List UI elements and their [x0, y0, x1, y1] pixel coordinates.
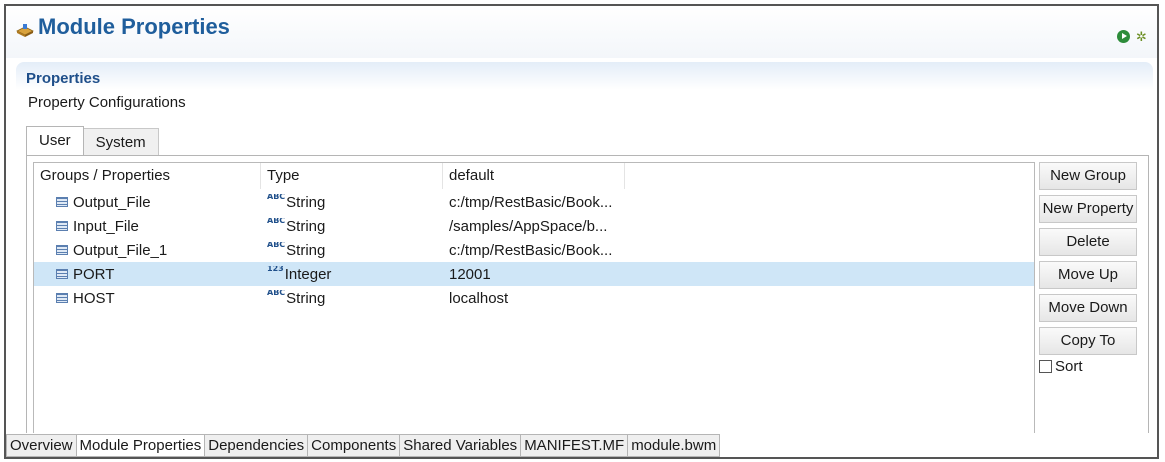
tab-user[interactable]: User: [26, 126, 84, 155]
property-default[interactable]: c:/tmp/RestBasic/Book...: [443, 242, 625, 259]
property-name-cell: Input_File: [34, 218, 261, 235]
column-header-default[interactable]: default: [443, 163, 625, 189]
property-name: PORT: [73, 265, 115, 283]
property-icon: [56, 197, 68, 207]
property-type: String: [286, 241, 326, 259]
page-tab-dependencies[interactable]: Dependencies: [205, 434, 309, 457]
type-icon: ABC: [267, 289, 286, 297]
move-up-button[interactable]: Move Up: [1039, 261, 1137, 289]
page-title: Module Properties: [38, 14, 230, 39]
move-down-button[interactable]: Move Down: [1039, 294, 1137, 322]
property-icon: [56, 245, 68, 255]
editor-page-tabs: Overview Module Properties Dependencies Com…: [6, 434, 721, 457]
header-toolbar: ✲: [1117, 30, 1149, 43]
page-tab-components[interactable]: Components: [308, 434, 401, 457]
properties-section: Properties Property Configurations User …: [16, 62, 1153, 433]
table-row[interactable]: Output_File_1 ABC String c:/tmp/RestBasic/B…: [34, 238, 1034, 262]
property-name-cell: HOST: [34, 290, 261, 307]
table-row[interactable]: PORT 123 Integer 12001: [34, 262, 1034, 286]
property-name-cell: Output_File: [34, 194, 261, 211]
table-header: Groups / Properties Type default: [34, 163, 1034, 190]
property-icon: [56, 293, 68, 303]
run-icon[interactable]: [1117, 30, 1130, 43]
copy-to-button[interactable]: Copy To: [1039, 327, 1137, 355]
property-type: String: [286, 217, 326, 235]
delete-button[interactable]: Delete: [1039, 228, 1137, 256]
editor-frame: Module Properties ✲ Properties Property …: [4, 4, 1159, 459]
type-icon: ABC: [267, 193, 286, 201]
property-default[interactable]: /samples/AppSpace/b...: [443, 218, 625, 235]
type-icon: ABC: [267, 217, 286, 225]
tab-body: Groups / Properties Type default Output_…: [26, 155, 1149, 433]
property-icon: [56, 221, 68, 231]
property-type-cell: ABC String: [261, 218, 443, 235]
properties-table: Groups / Properties Type default Output_…: [33, 162, 1035, 433]
page-tab-manifest-mf[interactable]: MANIFEST.MF: [521, 434, 629, 457]
action-buttons: New Group New Property Delete Move Up Mo…: [1039, 162, 1137, 375]
property-type-cell: ABC String: [261, 194, 443, 211]
property-name: Output_File: [73, 193, 151, 211]
sort-option: Sort: [1039, 358, 1137, 375]
page-tab-shared-variables[interactable]: Shared Variables: [400, 434, 522, 457]
new-group-button[interactable]: New Group: [1039, 162, 1137, 190]
config-tabs: User System: [26, 126, 159, 155]
editor-header: Module Properties ✲: [6, 6, 1157, 58]
property-name-cell: PORT: [34, 266, 261, 283]
column-header-groups[interactable]: Groups / Properties: [34, 163, 261, 189]
module-icon: [16, 24, 34, 37]
property-default[interactable]: 12001: [443, 266, 625, 283]
page-tab-module-bwm[interactable]: module.bwm: [628, 434, 721, 457]
property-default[interactable]: c:/tmp/RestBasic/Book...: [443, 194, 625, 211]
column-header-type[interactable]: Type: [261, 163, 443, 189]
property-type: String: [286, 193, 326, 211]
sort-checkbox[interactable]: [1039, 360, 1052, 373]
title-wrap: Module Properties: [16, 14, 230, 40]
table-row[interactable]: Input_File ABC String/samples/AppSpace/b..…: [34, 214, 1034, 238]
property-type: Integer: [284, 265, 332, 283]
section-title[interactable]: Properties: [26, 70, 100, 87]
type-icon: ABC: [267, 241, 286, 249]
gear-icon[interactable]: ✲: [1136, 30, 1149, 43]
property-name-cell: Output_File_1: [34, 242, 261, 259]
property-name: HOST: [73, 289, 115, 307]
table-row[interactable]: HOST ABC String localhost: [34, 286, 1034, 310]
property-icon: [56, 269, 68, 279]
property-type: String: [286, 289, 326, 307]
section-subtitle: Property Configurations: [28, 94, 186, 111]
property-name: Output_File_1: [73, 241, 168, 259]
sort-label: Sort: [1055, 358, 1083, 375]
type-icon: 123: [267, 265, 284, 273]
property-type-cell: ABC String: [261, 242, 443, 259]
page-tab-module-properties[interactable]: Module Properties: [76, 434, 206, 457]
tab-system[interactable]: System: [83, 128, 159, 155]
page-tab-overview[interactable]: Overview: [6, 434, 77, 457]
property-default[interactable]: localhost: [443, 290, 625, 307]
new-property-button[interactable]: New Property: [1039, 195, 1137, 223]
property-type-cell: ABC String: [261, 290, 443, 307]
property-type-cell: 123 Integer: [261, 266, 443, 283]
property-name: Input_File: [73, 217, 139, 235]
table-body: Output_File ABC String c:/tmp/RestBasic/Boo…: [34, 190, 1034, 310]
table-row[interactable]: Output_File ABC String c:/tmp/RestBasic/Boo…: [34, 190, 1034, 214]
